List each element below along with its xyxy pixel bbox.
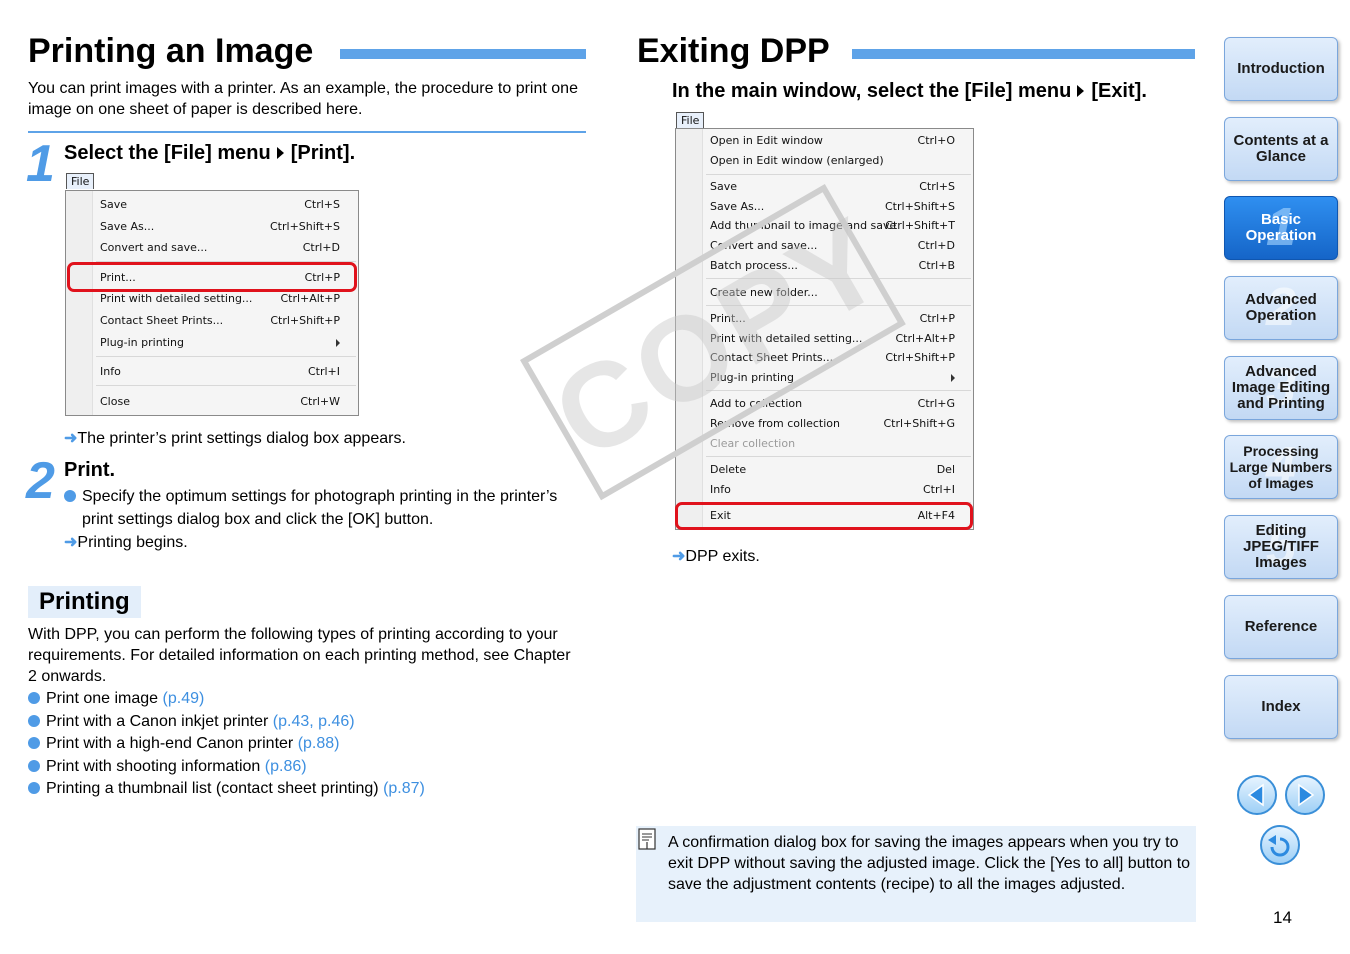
nav-reference[interactable]: Reference <box>1224 595 1338 659</box>
menu-item[interactable]: Open in Edit window (enlarged) <box>710 152 955 170</box>
menu-item[interactable]: Delete Del <box>710 461 955 479</box>
submenu-arrow-icon <box>336 339 340 347</box>
return-button[interactable] <box>1260 825 1300 865</box>
nav-advanced-image-editing[interactable]: 3 Advanced Image Editing and Printing <box>1224 356 1338 420</box>
printing-list: Print one image (p.49) Print with a Cano… <box>28 688 425 801</box>
step-title-a: Select the [File] menu <box>64 142 271 164</box>
menu-item[interactable]: Print with detailed setting... Ctrl+Alt+P <box>100 290 340 308</box>
list-item: Printing a thumbnail list (contact sheet… <box>28 778 425 801</box>
menu-item[interactable]: Close Ctrl+W <box>100 393 340 411</box>
list-item: Print with a high-end Canon printer (p.8… <box>28 733 425 756</box>
menu-item[interactable]: Save Ctrl+S <box>100 196 340 214</box>
list-item: Print with shooting information (p.86) <box>28 756 425 779</box>
list-item: Print one image (p.49) <box>28 688 425 711</box>
arrow-right-icon: ➜ <box>64 534 78 551</box>
nav-index[interactable]: Index <box>1224 675 1338 739</box>
menu-item[interactable]: Info Ctrl+I <box>710 481 955 499</box>
prev-page-button[interactable] <box>1237 775 1277 815</box>
step-number: 2 <box>26 452 55 510</box>
page-link[interactable]: (p.43, p.46) <box>273 713 355 730</box>
bullet-icon <box>28 714 40 727</box>
submenu-arrow-icon <box>951 374 955 382</box>
divider <box>28 131 586 133</box>
printing-heading: Printing <box>28 586 141 618</box>
highlight-box <box>67 262 357 292</box>
file-menu-tab[interactable]: File <box>676 112 705 128</box>
arrow-left-icon <box>1247 783 1264 807</box>
arrow-right-icon: ➜ <box>672 548 686 565</box>
nav-basic-operation[interactable]: 1 Basic Operation <box>1224 196 1338 260</box>
title-bar <box>340 49 586 59</box>
menu-item[interactable]: Convert and save... Ctrl+D <box>100 239 340 257</box>
bullet-icon <box>64 490 76 502</box>
menu-item[interactable]: Save As... Ctrl+Shift+S <box>100 218 340 236</box>
highlight-box <box>675 502 973 530</box>
step-title: Select the [File] menu [Print]. <box>64 142 355 165</box>
nav-introduction[interactable]: Introduction <box>1224 37 1338 101</box>
result-line: ➜Printing begins. <box>64 534 188 551</box>
return-icon <box>1268 835 1290 857</box>
arrow-right-icon <box>1298 783 1315 807</box>
arrow-right-icon: ➜ <box>64 430 78 447</box>
nav-contents-at-a-glance[interactable]: Contents at a Glance <box>1224 117 1338 181</box>
page-link[interactable]: (p.86) <box>265 758 307 775</box>
step-title-b: [Print]. <box>290 142 356 164</box>
note-text: A confirmation dialog box for saving the… <box>668 834 1191 893</box>
menu-item[interactable]: Open in Edit window Ctrl+O <box>710 132 955 150</box>
result-line: ➜The printer’s print settings dialog box… <box>64 430 406 447</box>
page-number: 14 <box>1273 908 1292 927</box>
nav-processing-large-numbers[interactable]: 4 Processing Large Numbers of Images <box>1224 435 1338 499</box>
note-box: A confirmation dialog box for saving the… <box>636 826 1196 922</box>
file-menu-tab[interactable]: File <box>66 173 95 189</box>
list-item: Print with a Canon inkjet printer (p.43,… <box>28 711 425 734</box>
step-number: 1 <box>26 135 55 193</box>
page-link[interactable]: (p.88) <box>298 735 340 752</box>
section-title-printing: Printing an Image <box>28 32 314 70</box>
title-bar <box>852 49 1195 59</box>
instruction: In the main window, select the [File] me… <box>672 80 1147 102</box>
menu-item[interactable]: Info Ctrl+I <box>100 363 340 381</box>
bullet-icon <box>28 759 40 772</box>
memo-icon <box>638 828 656 850</box>
bullet-icon <box>28 692 40 704</box>
printing-text: With DPP, you can perform the following … <box>28 626 571 685</box>
nav-advanced-operation[interactable]: 2 Advanced Operation <box>1224 276 1338 340</box>
page-link[interactable]: (p.49) <box>163 690 205 707</box>
menu-item-disabled: Clear collection <box>710 437 796 450</box>
triangle-right-icon <box>276 147 284 160</box>
menu-item[interactable]: Contact Sheet Prints... Ctrl+Shift+P <box>100 312 340 330</box>
nav-editing-jpeg-tiff[interactable]: 5 Editing JPEG/TIFF Images <box>1224 515 1338 579</box>
step-title: Print. <box>64 459 116 481</box>
menu-item[interactable]: Plug-in printing <box>100 334 340 352</box>
page-link[interactable]: (p.87) <box>383 780 425 797</box>
result-line: ➜DPP exits. <box>672 548 760 565</box>
next-page-button[interactable] <box>1285 775 1325 815</box>
menu-item[interactable]: Remove from collection Ctrl+Shift+G <box>710 415 955 433</box>
triangle-right-icon <box>1077 85 1085 98</box>
bullet-icon <box>28 782 40 794</box>
step-bullet: Specify the optimum settings for photogr… <box>64 485 562 531</box>
file-menu: Save Ctrl+S Save As... Ctrl+Shift+S Conver… <box>65 190 359 416</box>
section-title-exiting: Exiting DPP <box>637 32 830 70</box>
intro-text: You can print images with a printer. As … <box>28 80 578 118</box>
bullet-icon <box>28 737 40 749</box>
